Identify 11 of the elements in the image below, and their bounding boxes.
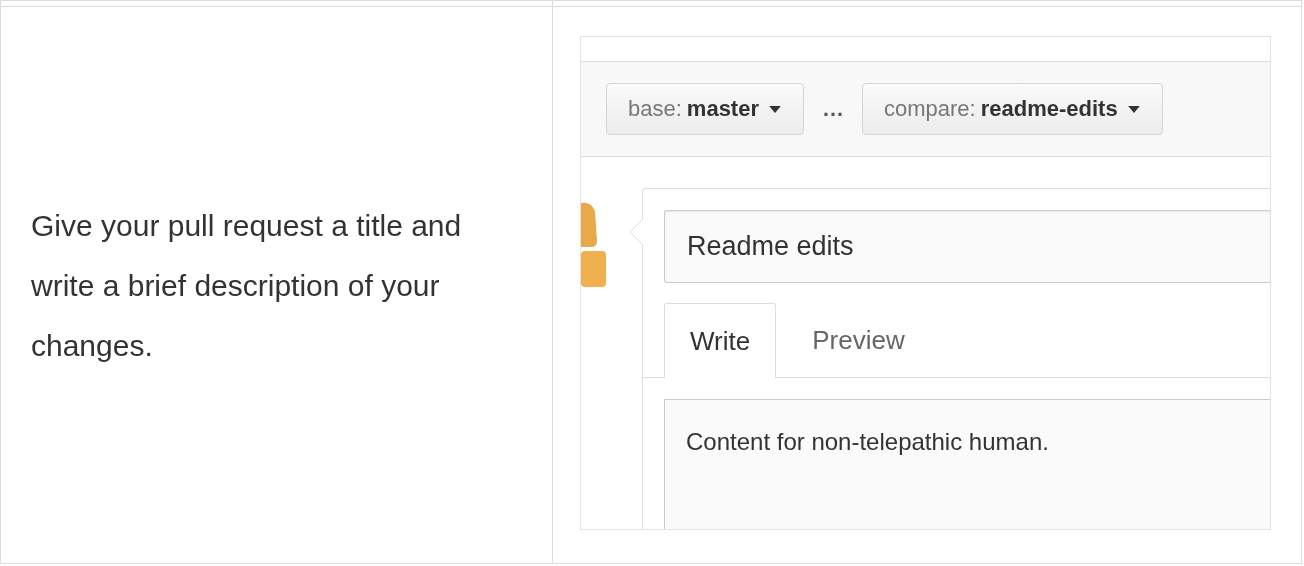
editor-tab[interactable]: Write xyxy=(664,303,777,378)
range-separator: … xyxy=(822,96,844,122)
caret-icon xyxy=(769,105,781,113)
description-text-area[interactable]: Content for non-telepathic human. xyxy=(664,399,1270,529)
instruction-text: Give your pull request a title and write a brief description of your changes. xyxy=(31,208,463,364)
title-input-field[interactable]: Readme edits xyxy=(664,210,1270,283)
editor-tab[interactable]: Preview xyxy=(776,303,941,377)
caret-icon xyxy=(1127,105,1140,113)
base-branch-button[interactable]: base: master xyxy=(606,83,804,135)
avatar-icon xyxy=(581,201,606,287)
compare-branch-button[interactable]: compare: readme-edits xyxy=(862,83,1163,135)
